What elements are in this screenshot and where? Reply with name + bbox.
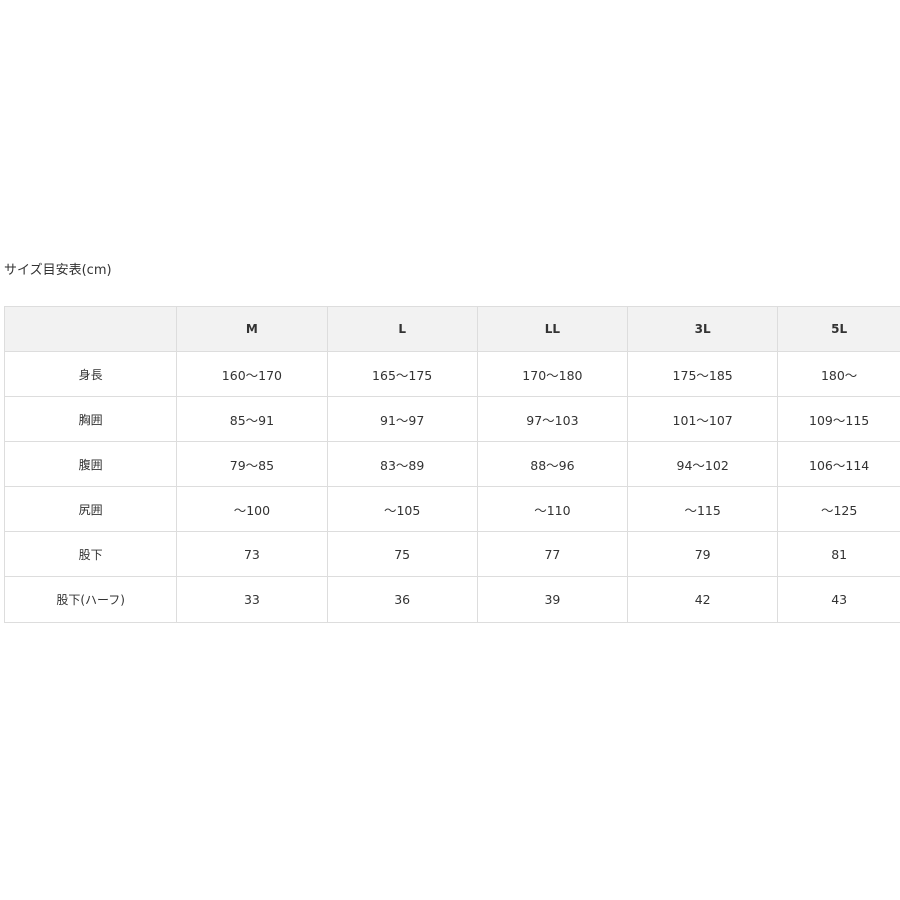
- table-cell: 42: [627, 576, 779, 623]
- table-row: 胸囲 85〜91 91〜97 97〜103 101〜107 109〜115: [3, 396, 900, 442]
- table-cell: 〜105: [326, 486, 478, 532]
- header-cell-size: LL: [476, 306, 629, 352]
- table-cell: 180〜: [777, 351, 900, 397]
- header-cell-empty: [3, 306, 178, 352]
- table-cell: 79〜85: [176, 441, 328, 487]
- table-cell: 79: [627, 531, 779, 577]
- table-row: 股下 73 75 77 79 81: [3, 531, 900, 577]
- table-row: 尻囲 〜100 〜105 〜110 〜115 〜125: [3, 486, 900, 532]
- table-cell: 165〜175: [326, 351, 478, 397]
- table-cell: 39: [476, 576, 629, 623]
- row-label: 身長: [3, 351, 178, 397]
- table-cell: 77: [476, 531, 629, 577]
- table-cell: 73: [176, 531, 328, 577]
- table-row: 腹囲 79〜85 83〜89 88〜96 94〜102 106〜114: [3, 441, 900, 487]
- header-cell-size: 5L: [777, 306, 900, 352]
- row-label: 腹囲: [3, 441, 178, 487]
- table-cell: 〜110: [476, 486, 629, 532]
- table-cell: 36: [326, 576, 478, 623]
- header-cell-size: 3L: [627, 306, 779, 352]
- table-cell: 170〜180: [476, 351, 629, 397]
- table-row: 股下(ハーフ) 33 36 39 42 43: [3, 576, 900, 623]
- table-caption: サイズ目安表(cm): [4, 263, 112, 278]
- header-cell-size: L: [326, 306, 478, 352]
- table-cell: 94〜102: [627, 441, 779, 487]
- table-cell: 106〜114: [777, 441, 900, 487]
- header-cell-size: M: [176, 306, 328, 352]
- row-label: 股下(ハーフ): [3, 576, 178, 623]
- table-cell: 33: [176, 576, 328, 623]
- row-label: 股下: [3, 531, 178, 577]
- table-cell: 〜100: [176, 486, 328, 532]
- table-cell: 109〜115: [777, 396, 900, 442]
- table-cell: 81: [777, 531, 900, 577]
- table-header-row: M L LL 3L 5L: [3, 306, 900, 352]
- table-cell: 85〜91: [176, 396, 328, 442]
- table-cell: 91〜97: [326, 396, 478, 442]
- table-row: 身長 160〜170 165〜175 170〜180 175〜185 180〜: [3, 351, 900, 397]
- table-cell: 75: [326, 531, 478, 577]
- table-cell: 〜115: [627, 486, 779, 532]
- size-chart-table: M L LL 3L 5L 身長 160〜170 165〜175 170〜180 …: [3, 306, 900, 623]
- table-cell: 175〜185: [627, 351, 779, 397]
- table-cell: 97〜103: [476, 396, 629, 442]
- row-label: 尻囲: [3, 486, 178, 532]
- table-cell: 101〜107: [627, 396, 779, 442]
- table-cell: 160〜170: [176, 351, 328, 397]
- table-cell: 43: [777, 576, 900, 623]
- table-cell: 〜125: [777, 486, 900, 532]
- table-cell: 88〜96: [476, 441, 629, 487]
- table-cell: 83〜89: [326, 441, 478, 487]
- row-label: 胸囲: [3, 396, 178, 442]
